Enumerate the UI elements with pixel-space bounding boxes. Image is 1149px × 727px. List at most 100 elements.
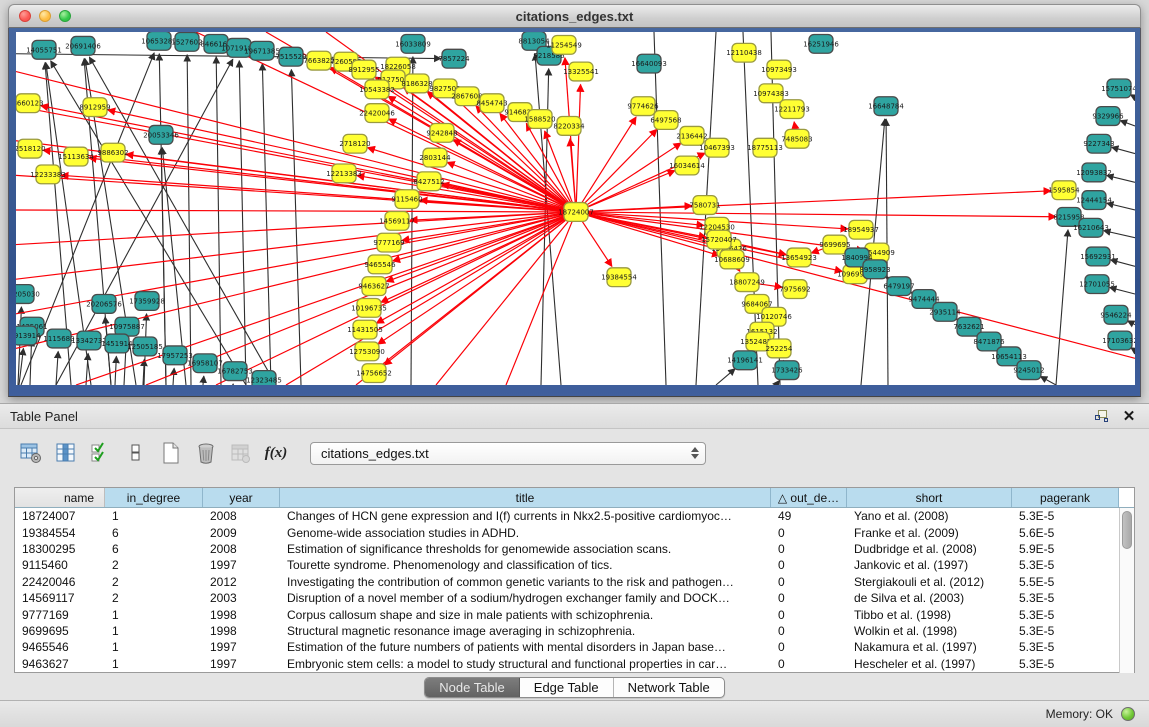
graph-node-label: 8454743	[476, 100, 507, 108]
table-cell: 2	[105, 575, 203, 589]
column-header-title[interactable]: title	[280, 488, 771, 507]
graph-node-label: 14756652	[356, 370, 392, 378]
graph-node-label: 13654923	[781, 254, 817, 262]
graph-node-label: 12233383	[30, 171, 66, 179]
graph-edge	[187, 55, 191, 385]
table-row[interactable]: 1938455462009Genome-wide association stu…	[15, 524, 1134, 540]
table-cell: 1	[105, 640, 203, 654]
graph-node-label: 15113634	[58, 153, 94, 161]
column-header-out_de[interactable]: △ out_de…	[771, 488, 847, 507]
column-header-pagerank[interactable]: pagerank	[1012, 488, 1119, 507]
tab-edge-table[interactable]: Edge Table	[520, 678, 614, 697]
table-tabs: Node Table Edge Table Network Table	[0, 677, 1149, 698]
table-row[interactable]: 1872400712008Changes of HCN gene express…	[15, 508, 1134, 524]
new-table-button[interactable]	[156, 438, 186, 468]
table-cell: Corpus callosum shape and size in male p…	[280, 608, 771, 622]
float-panel-button[interactable]	[1091, 407, 1111, 425]
graph-node-label: 9242848	[426, 129, 457, 137]
fx-icon: f(x)	[265, 445, 288, 462]
table-row[interactable]: 1456911722003Disruption of a novel membe…	[15, 590, 1134, 606]
tab-node-table[interactable]: Node Table	[425, 678, 520, 697]
graph-node-label: 7632621	[953, 323, 984, 331]
graph-node-label: 9227343	[1083, 140, 1114, 148]
table-cell: 0	[771, 624, 847, 638]
graph-node-label: 12444154	[1076, 197, 1112, 205]
graph-node-label: 16782753	[217, 368, 253, 376]
graph-node-label: 8220334	[553, 122, 585, 130]
tab-network-table[interactable]: Network Table	[614, 678, 724, 697]
table-cell: 5.9E-5	[1012, 542, 1119, 556]
network-canvas[interactable]: 1872400714055751206914061065328715276028…	[16, 32, 1135, 385]
delete-table-button[interactable]	[191, 438, 221, 468]
graph-node-label: 1527602	[171, 38, 202, 46]
graph-node-label: 2518120	[16, 145, 46, 153]
graph-node-label: 20053346	[143, 131, 179, 139]
table-cell: 0	[771, 542, 847, 556]
scrollbar-thumb[interactable]	[1122, 511, 1132, 549]
graph-node-label: 1595854	[1048, 187, 1080, 195]
function-builder-button[interactable]: f(x)	[261, 438, 291, 468]
row-height-button[interactable]	[121, 438, 151, 468]
graph-edge	[776, 381, 779, 385]
window-title: citations_edges.txt	[9, 9, 1140, 24]
column-settings-button[interactable]	[16, 438, 46, 468]
table-cell: Hescheler et al. (1997)	[847, 657, 1012, 671]
graph-node-label: 3913914	[16, 332, 41, 340]
table-selector-dropdown[interactable]: citations_edges.txt	[310, 442, 706, 465]
column-header-year[interactable]: year	[203, 488, 280, 507]
graph-edge	[1120, 121, 1135, 126]
citation-network-graph[interactable]: 1872400714055751206914061065328715276028…	[16, 32, 1135, 385]
graph-node-label: 17359928	[129, 297, 165, 305]
network-window: citations_edges.txt 18724007140557512069…	[8, 4, 1141, 397]
table-row[interactable]: 946362711997Embryonic stem cells: a mode…	[15, 656, 1134, 672]
status-bar: Memory: OK	[0, 700, 1149, 727]
close-panel-button[interactable]: ✕	[1119, 407, 1139, 425]
column-header-name[interactable]: name	[15, 488, 105, 507]
graph-node-label: 18724007	[558, 208, 594, 216]
table-cell: 19384554	[15, 526, 105, 540]
table-cell: 5.6E-5	[1012, 526, 1119, 540]
graph-edge	[576, 84, 581, 212]
table-row[interactable]: 946554611997Estimation of the future num…	[15, 639, 1134, 655]
graph-node-label: 7975692	[779, 286, 810, 294]
table-cell: Dudbridge et al. (2008)	[847, 542, 1012, 556]
table-cell: 2008	[203, 542, 280, 556]
table-row[interactable]: 977716911998Corpus callosum shape and si…	[15, 606, 1134, 622]
table-cell: 18724007	[15, 509, 105, 523]
table-cell: 22420046	[15, 575, 105, 589]
graph-edge	[1112, 147, 1135, 153]
table-cell: 2	[105, 558, 203, 572]
graph-node-label: 9777169	[373, 239, 404, 247]
graph-edge	[576, 212, 720, 256]
table-cell: 5.3E-5	[1012, 657, 1119, 671]
graph-node-label: 9886302	[97, 149, 128, 157]
table-cell: 5.3E-5	[1012, 558, 1119, 572]
table-cell: 1998	[203, 624, 280, 638]
table-cell: 14569117	[15, 591, 105, 605]
graph-node-label: 14569117	[379, 217, 415, 225]
table-row[interactable]: 2242004622012Investigating the contribut…	[15, 574, 1134, 590]
graph-node-label: 16958107	[187, 360, 223, 368]
delete-column-button-disabled[interactable]	[226, 438, 256, 468]
table-cell: 2003	[203, 591, 280, 605]
network-view-frame: 1872400714055751206914061065328715276028…	[8, 28, 1141, 397]
table-row[interactable]: 911546021997Tourette syndrome. Phenomeno…	[15, 557, 1134, 573]
column-header-short[interactable]: short	[847, 488, 1012, 507]
table-row[interactable]: 969969511998Structural magnetic resonanc…	[15, 623, 1134, 639]
graph-node-label: 10467393	[699, 144, 735, 152]
graph-node-label: 2935114	[929, 308, 961, 316]
table-row[interactable]: 1830029562008Estimation of significance …	[15, 541, 1134, 557]
select-rows-button[interactable]	[86, 438, 116, 468]
graph-edge	[506, 212, 576, 385]
graph-node-label: 16251946	[803, 40, 839, 48]
graph-node-label: 12211793	[774, 106, 810, 114]
graph-node-label: 7580731	[689, 202, 720, 210]
graph-node-label: 16210643	[1073, 224, 1109, 232]
graph-node-label: 16640093	[631, 60, 667, 68]
table-panel-title: Table Panel	[10, 409, 78, 424]
column-header-in_degree[interactable]: in_degree	[105, 488, 203, 507]
show-column-button[interactable]	[51, 438, 81, 468]
window-titlebar[interactable]: citations_edges.txt	[8, 4, 1141, 28]
table-cell: 9699695	[15, 624, 105, 638]
vertical-scrollbar[interactable]	[1119, 508, 1134, 673]
